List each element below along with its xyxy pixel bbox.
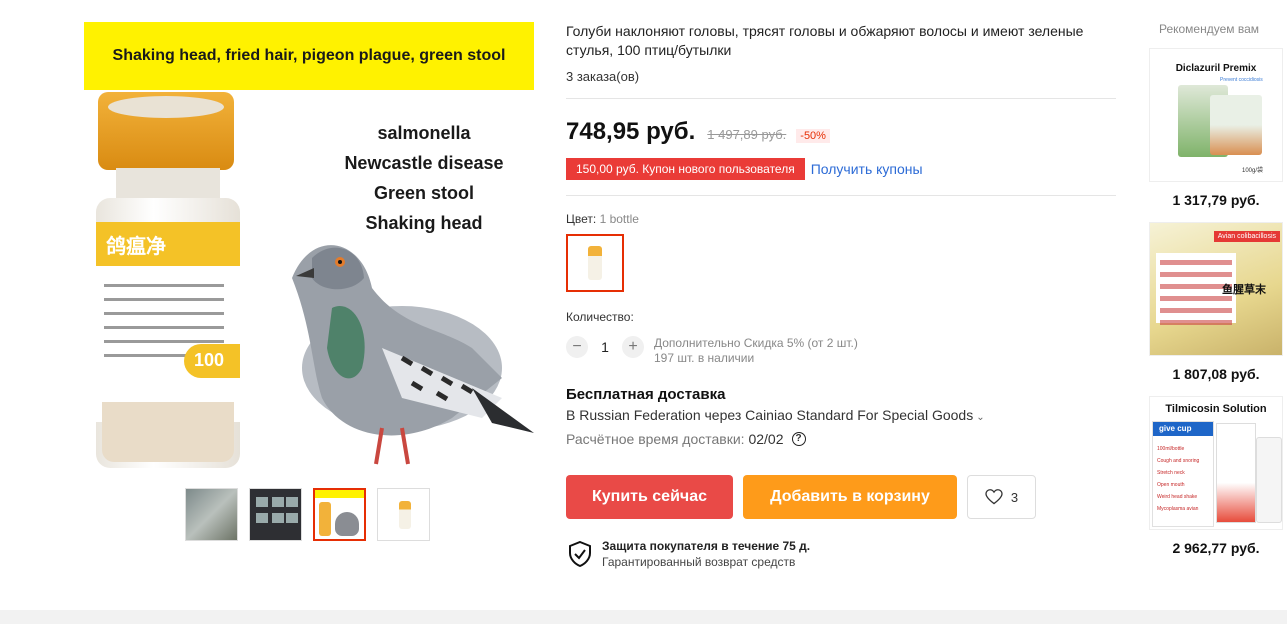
buyer-protection: Защита покупателя в течение 75 д. Гарант… [568,539,810,569]
delivery-estimate-value: 02/02 [748,431,784,447]
add-to-cart-button[interactable]: Добавить в корзину [743,475,957,519]
orders-count: 3 заказа(ов) [566,69,640,84]
product-image-line: Mycoplasma avian [1157,506,1199,512]
delivery-estimate-label: Расчётное время доставки: [566,431,745,447]
vial-cap-top [108,96,224,118]
pigeon-illustration [292,245,534,465]
recommended-item-image[interactable]: Diclazuril Premix Prevent coccidiosis 10… [1149,48,1283,182]
buy-now-button[interactable]: Купить сейчас [566,475,733,519]
vial-label: 鸽瘟净 100 [96,222,240,422]
image-banner: Shaking head, fried hair, pigeon plague,… [84,22,534,90]
vial-label-number: 100 [184,344,240,378]
wishlist-button[interactable]: 3 [967,475,1036,519]
quantity-note: Дополнительно Скидка 5% (от 2 шт.) 197 ш… [654,336,858,366]
recommended-item-price: 2 962,77 руб. [1172,540,1260,556]
quantity-label: Количество: [566,310,634,324]
product-image-subtitle: Prevent coccidiosis [1220,77,1263,83]
thumbnail-4[interactable] [377,488,430,541]
thumbnail-3[interactable] [313,488,366,541]
product-image-line: Weird head shake [1157,494,1198,500]
product-image-title: 鱼腥草末 [1222,284,1266,296]
new-user-coupon[interactable]: 150,00 руб. Купон нового пользователя [566,158,805,180]
help-icon[interactable]: ? [791,432,806,446]
vial-label-name: 鸽瘟净 [96,222,240,266]
color-value: 1 bottle [599,212,639,226]
thumbnail-strip [185,488,430,541]
chevron-down-icon: ⌄ [976,412,985,423]
product-box [1216,423,1256,523]
vial-powder [102,402,234,462]
shipping-method-text: В Russian Federation через Cainiao Stand… [566,407,974,423]
stock-text: 197 шт. в наличии [654,351,755,365]
quantity-plus-button[interactable]: + [622,336,644,358]
product-image-line: Cough and snoring [1157,458,1200,464]
quantity-value[interactable]: 1 [588,339,622,355]
product-image-title: Diclazuril Premix [1175,63,1257,74]
recommended-item[interactable]: Tilmicosin Solution give cup 100ml/bottl… [1149,396,1283,556]
recommended-item[interactable]: Diclazuril Premix Prevent coccidiosis 10… [1149,48,1283,208]
product-image-line: Stretch neck [1157,470,1185,476]
get-coupons-link[interactable]: Получить купоны [811,161,923,177]
product-image-tag: Avian colibacillosis [1213,231,1280,242]
product-image-badge: give cup [1153,422,1213,436]
product-image-panel: give cup 100ml/bottle Cough and snoring … [1152,421,1214,527]
vial-illustration: 鸽瘟净 100 [94,92,242,472]
delivery-estimate: Расчётное время доставки: 02/02 ? [566,431,806,447]
quantity-minus-button[interactable]: − [566,336,588,358]
product-bottle [1256,437,1282,523]
footer-band [0,610,1287,624]
product-title: Голуби наклоняют головы, трясят головы и… [566,23,1084,58]
quantity-stepper: − 1 + [566,336,644,358]
recommended-panel: Рекомендуем вам Diclazuril Premix Preven… [1146,22,1284,556]
recommended-item[interactable]: Avian colibacillosis 鱼腥草末 1 807,08 руб. [1149,222,1283,382]
recommended-item-price: 1 317,79 руб. [1172,192,1260,208]
protection-subtitle: Гарантированный возврат средств [602,555,796,569]
bulk-discount-text: Дополнительно Скидка 5% (от 2 шт.) [654,336,858,350]
product-image-line: Open mouth [1157,482,1185,488]
product-image-line: 100ml/bottle [1157,446,1185,452]
old-price: 1 497,89 руб. [707,127,787,142]
price-row: 748,95 руб. 1 497,89 руб. -50% [566,118,830,146]
wishlist-count: 3 [1010,489,1019,505]
disease-item: salmonella [377,123,471,143]
thumbnail-2[interactable] [249,488,302,541]
protection-title: Защита покупателя в течение 75 д. [602,539,811,553]
divider [566,195,1116,196]
product-image-title: Tilmicosin Solution [1165,403,1267,415]
main-product-image[interactable]: Shaking head, fried hair, pigeon plague,… [84,22,534,472]
color-row: Цвет: 1 bottle [566,212,639,226]
product-image-note: 100g/袋 [1242,168,1264,174]
product-image-lines: 100ml/bottle Cough and snoring Stretch n… [1157,446,1199,518]
shipping-title: Бесплатная доставка [566,386,726,403]
shield-check-icon [569,541,591,567]
divider [566,98,1116,99]
shipping-method[interactable]: В Russian Federation через Cainiao Stand… [566,407,985,423]
recommended-item-image[interactable]: Avian colibacillosis 鱼腥草末 [1149,222,1283,356]
product-info: Голуби наклоняют головы, трясят головы и… [566,22,1116,569]
disease-item: Green stool [373,183,475,203]
heart-icon [985,489,1003,505]
discount-badge: -50% [796,129,830,143]
product-bag [1210,95,1262,155]
current-price: 748,95 руб. [566,118,696,145]
disease-item: Newcastle disease [344,153,504,173]
recommended-title: Рекомендуем вам [1158,22,1260,36]
color-swatch-1-bottle[interactable] [566,234,624,292]
color-label: Цвет: [566,212,597,226]
product-page: Shaking head, fried hair, pigeon plague,… [0,0,1287,624]
recommended-item-price: 1 807,08 руб. [1172,366,1260,382]
coupon-row: 150,00 руб. Купон нового пользователя По… [566,158,923,180]
thumbnail-1[interactable] [185,488,238,541]
recommended-item-image[interactable]: Tilmicosin Solution give cup 100ml/bottl… [1149,396,1283,530]
